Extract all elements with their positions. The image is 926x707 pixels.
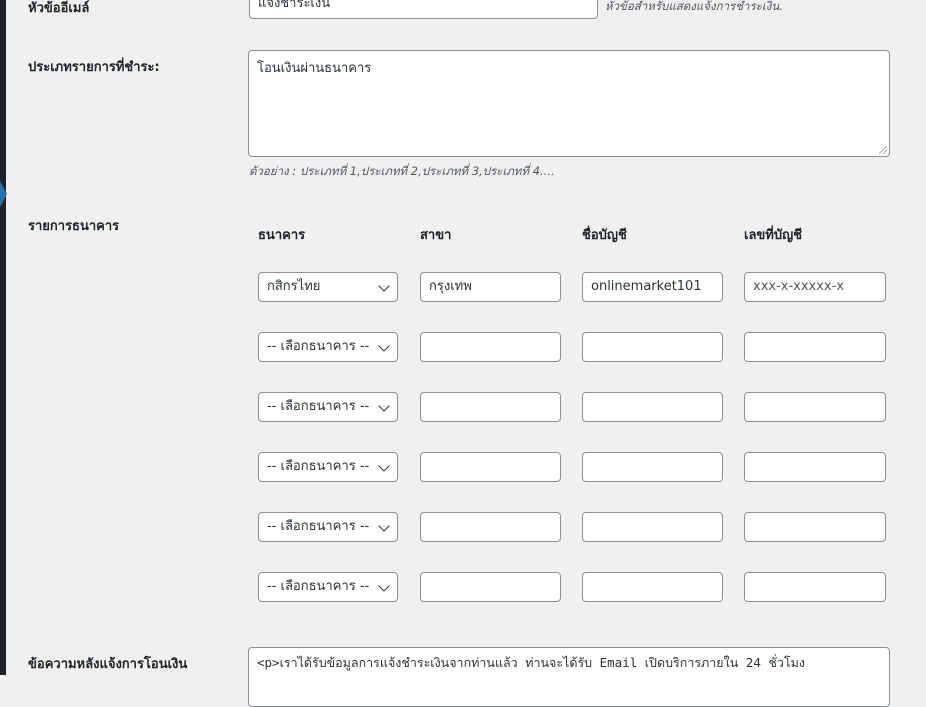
bank-select-value: -- เลือกธนาคาร -- (267, 519, 370, 534)
account-number-input[interactable] (744, 332, 886, 362)
column-header-bank: ธนาคาร (258, 228, 306, 243)
bank-select[interactable]: -- เลือกธนาคาร -- (258, 392, 398, 422)
admin-sidebar-edge (0, 0, 6, 675)
branch-input[interactable]: กรุงเทพ (420, 272, 561, 302)
bank-select[interactable]: -- เลือกธนาคาร -- (258, 332, 398, 362)
branch-input[interactable] (420, 512, 561, 542)
bank-select[interactable]: -- เลือกธนาคาร -- (258, 572, 398, 602)
account-name-input[interactable] (582, 572, 723, 602)
bank-list-label: รายการธนาคาร (28, 219, 120, 234)
branch-input[interactable] (420, 332, 561, 362)
account-number-input[interactable] (744, 512, 886, 542)
email-subject-description: หัวข้อสำหรับแสดงแจ้งการชำระเงิน. (605, 0, 783, 13)
chevron-down-icon (378, 580, 390, 592)
chevron-down-icon (378, 520, 390, 532)
account-number-input[interactable] (744, 452, 886, 482)
resize-handle-icon[interactable] (879, 146, 887, 154)
account-name-input[interactable] (582, 332, 723, 362)
payment-types-description: ตัวอย่าง : ประเภทที่ 1,ประเภทที่ 2,ประเภ… (249, 164, 555, 178)
account-name-input[interactable] (582, 392, 723, 422)
email-subject-input[interactable]: แจ้งชำระเงิน (249, 0, 598, 19)
chevron-down-icon (378, 340, 390, 352)
bank-select[interactable]: -- เลือกธนาคาร -- (258, 512, 398, 542)
bank-select-value: -- เลือกธนาคาร -- (267, 339, 370, 354)
column-header-branch: สาขา (420, 228, 452, 243)
account-number-input[interactable] (744, 572, 886, 602)
account-number-input[interactable] (744, 392, 886, 422)
account-name-input[interactable]: onlinemarket101 (582, 272, 723, 302)
payment-types-textarea[interactable]: โอนเงินผ่านธนาคาร (248, 50, 890, 157)
account-name-input[interactable] (582, 452, 723, 482)
account-name-input[interactable] (582, 512, 723, 542)
email-subject-label: หัวข้ออีเมล์ (28, 1, 90, 16)
bank-select-value: -- เลือกธนาคาร -- (267, 399, 370, 414)
chevron-down-icon (378, 460, 390, 472)
after-transfer-message-value: <p>เราได้รับข้อมูลการแจ้งชำระเงินจากท่าน… (257, 655, 805, 670)
bank-select-value: -- เลือกธนาคาร -- (267, 579, 370, 594)
branch-input[interactable] (420, 452, 561, 482)
payment-types-value: โอนเงินผ่านธนาคาร (257, 61, 372, 76)
chevron-down-icon (378, 280, 390, 292)
bank-select[interactable]: -- เลือกธนาคาร -- (258, 452, 398, 482)
bank-select-value: กสิกรไทย (267, 279, 321, 294)
branch-input[interactable] (420, 392, 561, 422)
branch-input[interactable] (420, 572, 561, 602)
column-header-account-name: ชื่อบัญชี (582, 228, 627, 243)
chevron-down-icon (378, 400, 390, 412)
collapse-arrow-icon (0, 181, 7, 207)
bank-select[interactable]: กสิกรไทย (258, 272, 398, 302)
account-number-input[interactable]: xxx-x-xxxxx-x (744, 272, 886, 302)
after-transfer-message-label: ข้อความหลังแจ้งการโอนเงิน (28, 657, 188, 672)
payment-types-label: ประเภทรายการที่ชำระ: (28, 60, 160, 75)
bank-select-value: -- เลือกธนาคาร -- (267, 459, 370, 474)
after-transfer-message-textarea[interactable]: <p>เราได้รับข้อมูลการแจ้งชำระเงินจากท่าน… (248, 647, 890, 707)
column-header-account-number: เลขที่บัญชี (744, 228, 803, 243)
